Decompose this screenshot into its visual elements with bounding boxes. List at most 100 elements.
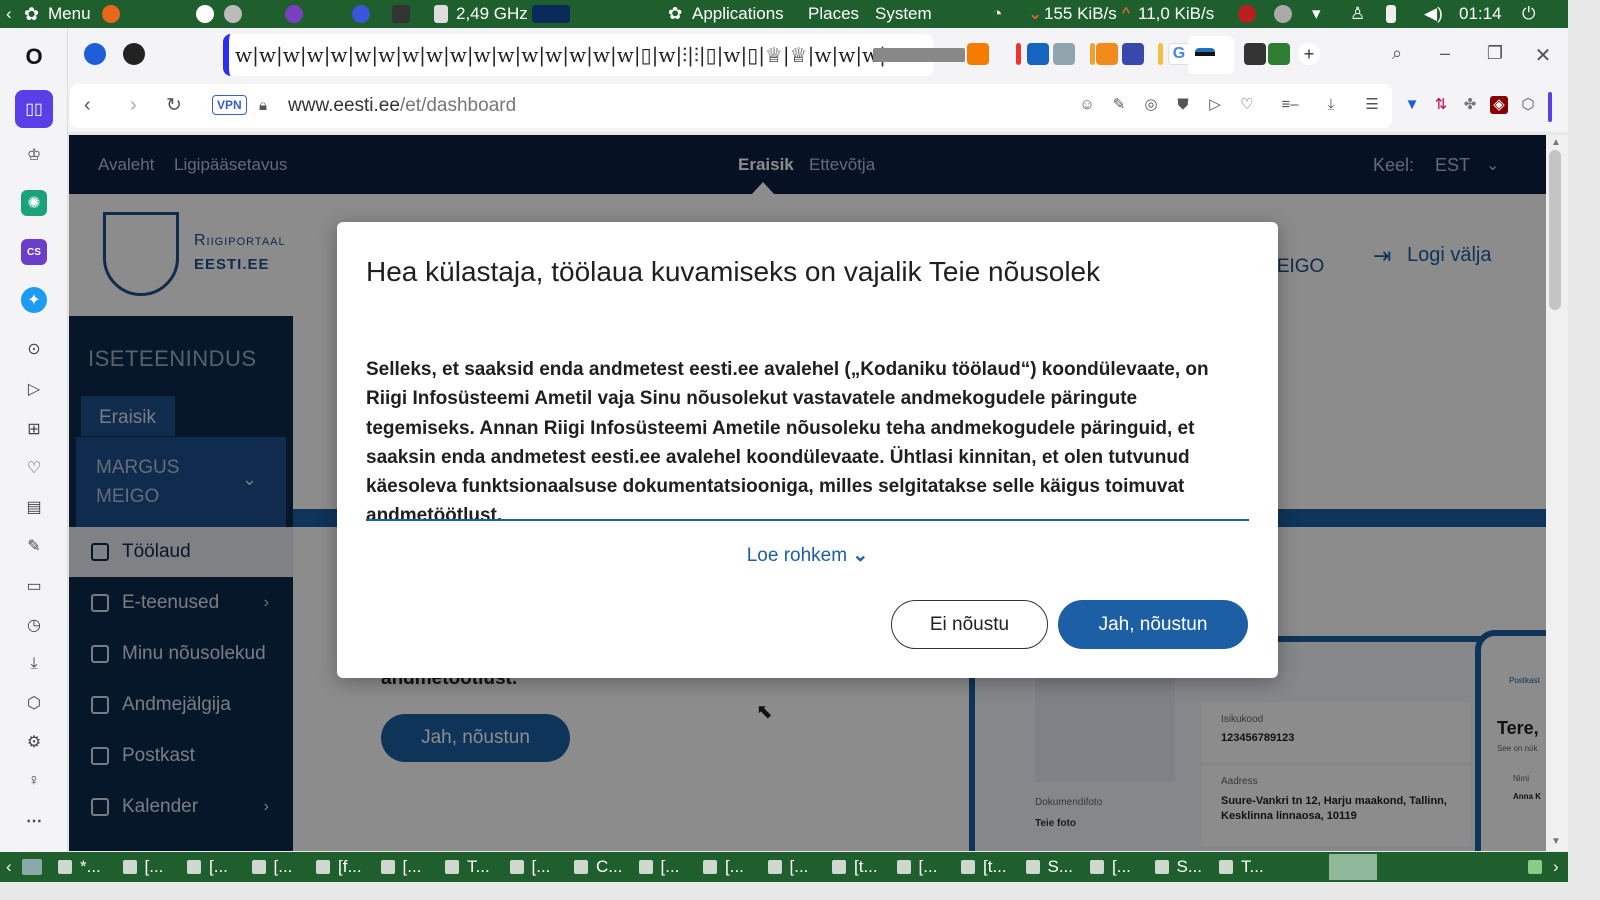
opera-logo-icon[interactable]: O: [21, 44, 47, 70]
tab-favicon-icon[interactable]: [1244, 43, 1266, 65]
taskbar-item[interactable]: [...: [790, 857, 809, 877]
opera-icon[interactable]: [352, 5, 370, 23]
taskbar-item[interactable]: [...: [919, 857, 938, 877]
scrollbar-thumb[interactable]: [1549, 150, 1561, 310]
edit-icon[interactable]: ✎: [21, 533, 47, 559]
send-icon[interactable]: ▷: [1206, 96, 1224, 114]
taskbar-item[interactable]: [...: [1112, 857, 1131, 877]
crown-icon[interactable]: ♔: [21, 142, 47, 168]
shield-icon[interactable]: ⛊: [1174, 96, 1192, 114]
heart-icon[interactable]: ♡: [1238, 96, 1256, 114]
taskbar-item[interactable]: [t...: [983, 857, 1007, 877]
taskbar-item[interactable]: T...: [1241, 857, 1264, 877]
download-icon[interactable]: ⤓: [1322, 96, 1340, 114]
scroll-down-icon[interactable]: ▼: [1551, 836, 1561, 847]
tab-favicon-icon[interactable]: [1268, 43, 1290, 65]
blogger-icon[interactable]: [967, 43, 989, 65]
workspaces-icon[interactable]: ▯▯: [15, 90, 53, 128]
google-icon[interactable]: G: [1168, 43, 1190, 65]
taskbar-item[interactable]: [...: [403, 857, 422, 877]
apps-grid-icon[interactable]: ⊞: [21, 416, 47, 442]
reload-icon[interactable]: ↻: [166, 94, 182, 117]
taskbar-left-arrow-icon[interactable]: ‹: [6, 857, 12, 877]
tab-favicon-icon[interactable]: [84, 43, 106, 65]
settings-icon[interactable]: [224, 5, 242, 23]
taskbar-item[interactable]: [...: [725, 857, 744, 877]
taskbar-item[interactable]: S...: [1048, 857, 1074, 877]
menu-button[interactable]: Menu: [48, 4, 91, 24]
app-icon[interactable]: [196, 5, 214, 23]
bulb-icon[interactable]: ♀: [21, 768, 47, 794]
extensions-icon[interactable]: ⬡: [21, 690, 47, 716]
taskbar-item[interactable]: [...: [209, 857, 228, 877]
camera-icon[interactable]: ◎: [1142, 96, 1160, 114]
lock-icon[interactable]: 🔒︎: [259, 97, 267, 114]
power-icon[interactable]: ⏻: [1522, 4, 1535, 24]
accept-button[interactable]: Jah, nõustun: [1058, 600, 1248, 649]
minimize-icon[interactable]: –: [1434, 43, 1456, 65]
taskbar-item[interactable]: [f...: [338, 857, 362, 877]
history-icon[interactable]: ◷: [21, 612, 47, 638]
chatgpt-icon[interactable]: ✺: [21, 190, 47, 216]
extension-icon[interactable]: ⇅: [1432, 96, 1450, 114]
taskbar-active-item[interactable]: [1329, 854, 1377, 880]
twitter-icon[interactable]: ✦: [21, 287, 47, 313]
downloads-icon[interactable]: ⤓: [21, 651, 47, 677]
tab-favicon-icon[interactable]: [1053, 43, 1075, 65]
back-arrow-icon[interactable]: ‹: [6, 4, 12, 24]
read-more-link[interactable]: Loe rohkem ⌄: [337, 544, 1278, 567]
taskbar-item[interactable]: T...: [467, 857, 490, 877]
ublock-icon[interactable]: ◈: [1490, 96, 1508, 114]
app-icon[interactable]: [285, 5, 303, 23]
heart-icon[interactable]: ♡: [21, 455, 47, 481]
close-icon[interactable]: ✕: [1532, 43, 1554, 67]
tab-favicon-icon[interactable]: [1027, 43, 1049, 65]
volume-icon[interactable]: ◀): [1424, 4, 1443, 24]
github-icon[interactable]: [123, 43, 145, 65]
restore-icon[interactable]: ❐: [1484, 43, 1506, 65]
vpn-badge[interactable]: VPN: [212, 95, 247, 115]
taskbar-item[interactable]: S...: [1177, 857, 1203, 877]
send-icon[interactable]: ▷: [21, 376, 47, 402]
reader-icon[interactable]: ≡–: [1276, 96, 1304, 114]
notes-icon[interactable]: ▤: [21, 494, 47, 520]
taskbar-item[interactable]: C...: [596, 857, 622, 877]
puzzle-icon[interactable]: ✤: [1461, 96, 1479, 114]
taskbar-item[interactable]: [...: [145, 857, 164, 877]
sidebar-toggle[interactable]: [1548, 92, 1552, 122]
show-desktop-icon[interactable]: [22, 859, 42, 875]
taskbar-item[interactable]: [...: [274, 857, 293, 877]
fox-icon[interactable]: [1096, 43, 1118, 65]
search-icon[interactable]: ⌕: [1386, 43, 1408, 65]
share-icon[interactable]: ✎: [1110, 96, 1128, 114]
gear-icon[interactable]: ⚙: [21, 729, 47, 755]
menu-icon[interactable]: ✿: [24, 4, 39, 25]
taskbar-item[interactable]: [t...: [854, 857, 878, 877]
emoji-icon[interactable]: ☺: [1078, 96, 1096, 114]
cs-icon[interactable]: CS: [21, 239, 47, 265]
tab-strip-group[interactable]: w|w|w|w|w|w|w|w|w|w|w|w|w|w|w|w|w|▯|w|⫶|…: [223, 34, 933, 76]
system-menu[interactable]: System: [875, 4, 932, 24]
back-icon[interactable]: ‹: [84, 94, 91, 117]
tray-icon[interactable]: [1528, 860, 1542, 874]
url-text[interactable]: www.eesti.ee/et/dashboard: [288, 95, 516, 117]
terminal-icon[interactable]: [392, 5, 410, 23]
taskbar-item[interactable]: [...: [532, 857, 551, 877]
taskbar-item[interactable]: *...: [80, 857, 101, 877]
new-tab-button[interactable]: +: [1298, 43, 1320, 65]
places-menu[interactable]: Places: [808, 4, 859, 24]
tab-favicon-icon[interactable]: [1122, 43, 1144, 65]
firefox-icon[interactable]: [102, 5, 120, 23]
taskbar-right-arrow-icon[interactable]: ›: [1553, 857, 1559, 877]
decline-button[interactable]: Ei nõustu: [891, 600, 1048, 649]
forward-icon[interactable]: ›: [130, 94, 137, 117]
tabs-icon[interactable]: ▭: [21, 573, 47, 599]
scroll-up-icon[interactable]: ▲: [1551, 137, 1561, 148]
taskbar-item[interactable]: [...: [661, 857, 680, 877]
extension-icon[interactable]: ▼: [1403, 96, 1421, 114]
player-icon[interactable]: ⊙: [21, 336, 47, 362]
easy-setup-icon[interactable]: ☰: [1363, 96, 1381, 114]
cube-icon[interactable]: ⬡: [1519, 96, 1537, 114]
more-icon[interactable]: ⋯: [21, 808, 47, 834]
address-field[interactable]: ‹ › ↻ VPN 🔒︎ www.eesti.ee/et/dashboard ☺…: [70, 84, 1392, 128]
